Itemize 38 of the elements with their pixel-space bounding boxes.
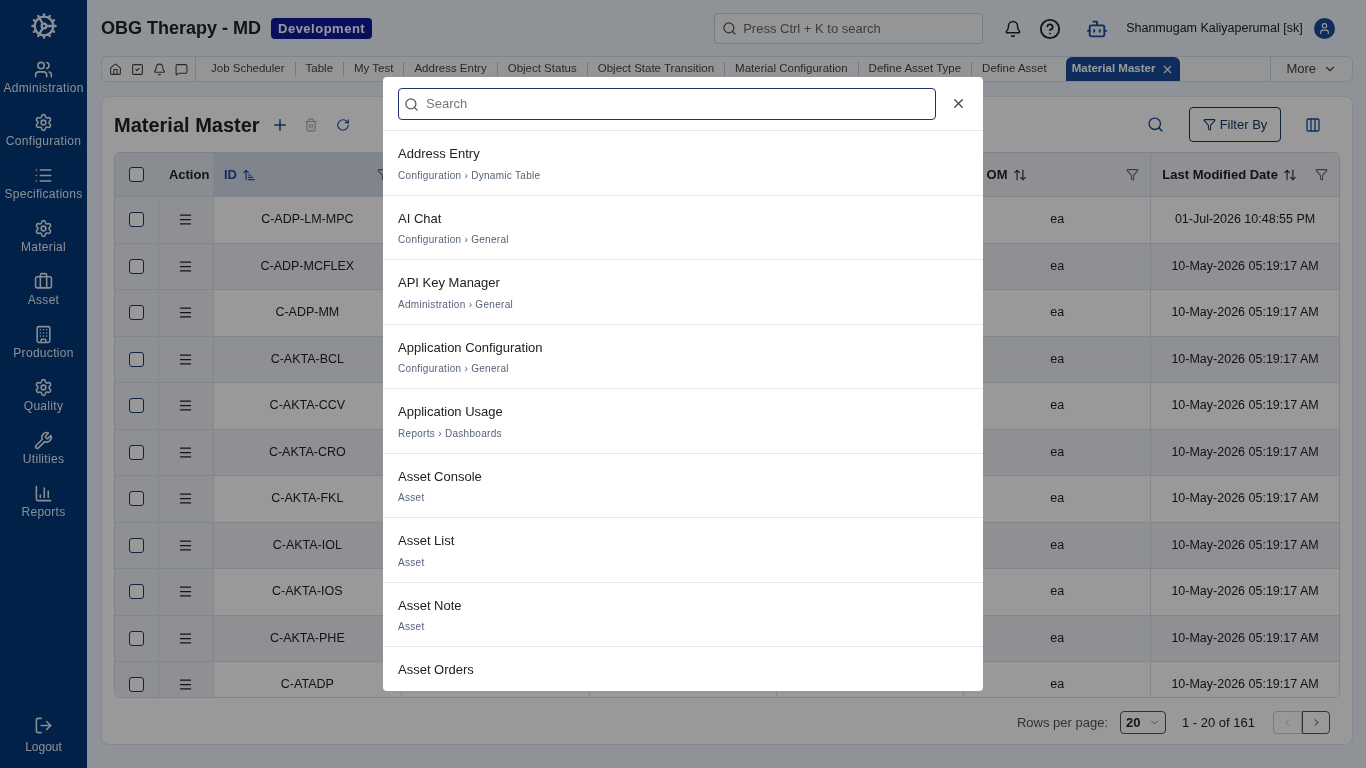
table-cell-text: C-AKTA-CRO xyxy=(268,443,346,461)
table-cell-text: 10-May-2026 05:19:17 AM xyxy=(1171,583,1319,601)
table-cell-text: 10-May-2026 05:19:17 AM xyxy=(1171,490,1319,508)
table-cell-text: ea xyxy=(1050,211,1065,229)
table-cell-text: ea xyxy=(1050,397,1065,415)
table-cell-text: C-AKTA-FKL xyxy=(271,490,344,508)
table-cell-text: C-ADP-MCFLEX xyxy=(260,257,355,275)
page-range: 1 - 20 of 161 xyxy=(1182,713,1255,732)
table-cell-text: ea xyxy=(1050,676,1065,694)
table-cell-text: 10-May-2026 05:19:17 AM xyxy=(1171,304,1319,322)
table-cell-text: C-AKTA-IOL xyxy=(272,536,342,554)
table-cell-text: ea xyxy=(1050,443,1065,461)
page-title: Material Master xyxy=(114,112,260,138)
table-cell-text: C-AKTA-BCL xyxy=(270,350,345,368)
table-cell-text: 10-May-2026 05:19:17 AM xyxy=(1171,350,1319,368)
table-cell-text: C-ATADP xyxy=(280,676,334,694)
table-cell-text: 10-May-2026 05:19:17 AM xyxy=(1171,443,1319,461)
table-cell-text: C-ADP-LM-MPC xyxy=(261,211,354,229)
table-cell-text: ea xyxy=(1050,304,1065,322)
table-cell-text: ea xyxy=(1050,490,1065,508)
table-cell-text: ea xyxy=(1050,350,1065,368)
table-cell-text: C-AKTA-IOS xyxy=(272,583,343,601)
table-cell-text: 10-May-2026 05:19:17 AM xyxy=(1171,629,1319,647)
table-cell-text: 10-May-2026 05:19:17 AM xyxy=(1171,676,1319,694)
table-cell-text: ea xyxy=(1050,629,1065,647)
table-cell-text: 10-May-2026 05:19:17 AM xyxy=(1171,397,1319,415)
table-cell-text: 10-May-2026 05:19:17 AM xyxy=(1171,536,1319,554)
table-cell-text: 01-Jul-2026 10:48:55 PM xyxy=(1174,211,1316,229)
app-title: OBG Therapy - MD xyxy=(101,17,261,40)
table-cell-text: C-ADP-MM xyxy=(275,304,340,322)
table-cell-text: ea xyxy=(1050,536,1065,554)
table-cell-text: C-AKTA-PHE xyxy=(269,629,345,647)
table-cell-text: ea xyxy=(1050,583,1065,601)
table-cell-text: ea xyxy=(1050,257,1065,275)
table-cell-text: C-AKTA-CCV xyxy=(269,397,346,415)
table-cell-text: 10-May-2026 05:19:17 AM xyxy=(1171,257,1319,275)
rows-per-page-label: Rows per page: xyxy=(1016,713,1108,732)
environment-badge: Development xyxy=(271,17,373,40)
